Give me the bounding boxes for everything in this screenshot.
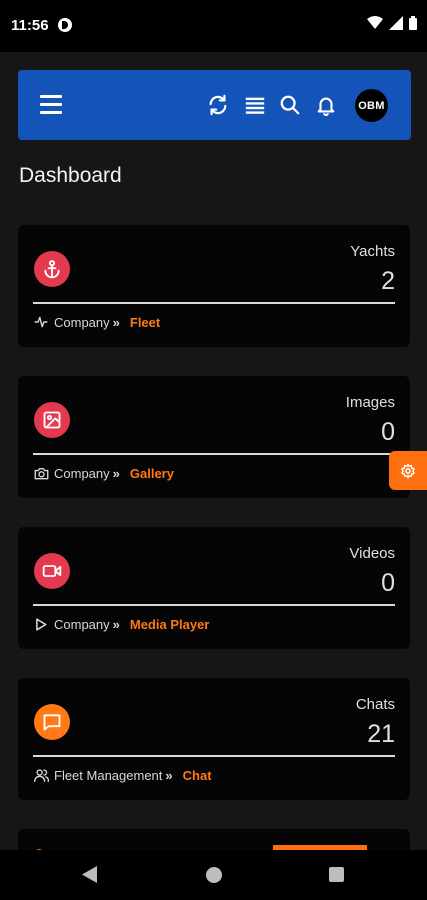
- users-icon: [33, 767, 49, 783]
- status-time: 11:56: [11, 17, 49, 34]
- breadcrumb-parent: Fleet Management: [54, 767, 163, 783]
- breadcrumb-link-gallery[interactable]: Gallery: [130, 466, 174, 481]
- breadcrumb-separator: »: [112, 314, 120, 330]
- breadcrumb-parent: Company: [54, 314, 110, 330]
- signal-icon: [389, 16, 403, 30]
- divider: [33, 604, 395, 606]
- status-bar: 11:56: [0, 0, 427, 52]
- status-icons: [367, 16, 417, 30]
- video-icon: [34, 553, 70, 589]
- app-notification-icon: [58, 18, 72, 32]
- videos-card[interactable]: Videos 0 Company » Media Player: [18, 527, 410, 649]
- card-label: Videos: [349, 545, 395, 562]
- activity-icon: [33, 314, 49, 330]
- app-bar: OBM: [18, 70, 411, 140]
- breadcrumb-parent: Company: [54, 465, 110, 481]
- card-label: Images: [345, 394, 395, 411]
- gear-icon: [401, 463, 415, 478]
- breadcrumb-parent: Company: [54, 616, 110, 632]
- card-footer: Company » Gallery: [33, 465, 174, 481]
- divider: [33, 453, 395, 455]
- card-label: Yachts: [350, 243, 395, 260]
- divider: [33, 755, 395, 757]
- page-title: Dashboard: [19, 164, 122, 187]
- breadcrumb-link-fleet[interactable]: Fleet: [130, 315, 160, 330]
- card-value: 0: [381, 418, 395, 446]
- system-nav-bar: [0, 850, 427, 900]
- bell-icon[interactable]: [315, 94, 337, 116]
- card-value: 2: [381, 267, 395, 295]
- breadcrumb-separator: »: [165, 767, 173, 783]
- breadcrumb-separator: »: [112, 465, 120, 481]
- chats-card[interactable]: Chats 21 Fleet Management » Chat: [18, 678, 410, 800]
- image-icon: [34, 402, 70, 438]
- breadcrumb-link-chat[interactable]: Chat: [183, 768, 212, 783]
- breadcrumb-link-media-player[interactable]: Media Player: [130, 617, 210, 632]
- avatar[interactable]: OBM: [355, 89, 388, 122]
- camera-icon: [33, 465, 49, 481]
- card-label: Chats: [355, 696, 395, 713]
- recent-apps-icon[interactable]: [329, 867, 344, 882]
- refresh-icon[interactable]: [207, 94, 229, 116]
- yachts-card[interactable]: Yachts 2 Company » Fleet: [18, 225, 410, 347]
- breadcrumb-separator: »: [112, 616, 120, 632]
- settings-tab[interactable]: [389, 451, 427, 490]
- card-footer: Company » Fleet: [33, 314, 160, 330]
- images-card[interactable]: Images 0 Company » Gallery: [18, 376, 410, 498]
- play-icon: [33, 616, 49, 632]
- divider: [33, 302, 395, 304]
- card-value: 0: [381, 569, 395, 597]
- battery-icon: [409, 16, 417, 30]
- home-icon[interactable]: [206, 867, 222, 883]
- list-icon[interactable]: [244, 94, 266, 116]
- chat-icon: [34, 704, 70, 740]
- card-footer: Company » Media Player: [33, 616, 209, 632]
- card-footer: Fleet Management » Chat: [33, 767, 212, 783]
- wifi-icon: [367, 16, 383, 29]
- menu-icon[interactable]: [40, 95, 62, 115]
- card-value: 21: [367, 720, 395, 748]
- search-icon[interactable]: [279, 94, 301, 116]
- anchor-icon: [34, 251, 70, 287]
- back-icon[interactable]: [82, 866, 97, 883]
